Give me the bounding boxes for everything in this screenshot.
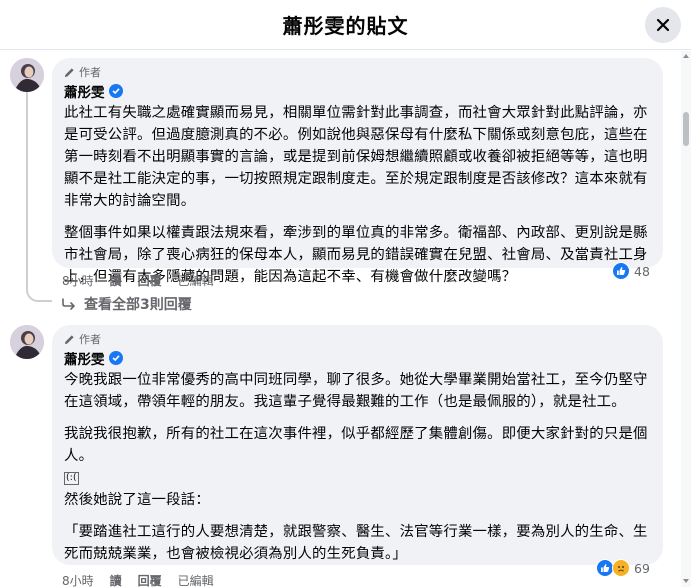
role-label: 作者 (79, 66, 101, 79)
author-name-text[interactable]: 蕭彤雯 (64, 81, 105, 101)
read-button[interactable]: 讀 (110, 572, 122, 587)
comment-bubble: 作者 蕭彤雯 此社工有失職之處確實顯而易見，相關單位需針對此事調查，而社會大眾針… (52, 58, 663, 285)
thread-line (26, 92, 28, 288)
comment-paragraph: 此社工有失職之處確實顯而易見，相關單位需針對此事調查，而社會大眾針對此點評論，亦… (64, 105, 648, 209)
comment-time[interactable]: 8小時 (62, 272, 94, 289)
pencil-icon (64, 67, 74, 77)
author-name[interactable]: 蕭彤雯 (64, 81, 651, 101)
reply-button[interactable]: 回覆 (138, 572, 162, 587)
close-icon (656, 18, 670, 32)
dialog-title: 蕭彤雯的貼文 (282, 14, 409, 38)
view-replies-link[interactable]: 查看全部3則回覆 (62, 294, 192, 314)
author-role: 作者 (64, 332, 651, 346)
read-button[interactable]: 讀 (110, 272, 122, 289)
comment-quote: 「要踏進社工這行的人要想清楚，就跟警察、醫生、法官等行業一樣，要為別人的生命、生… (64, 524, 648, 562)
reply-button[interactable]: 回覆 (138, 272, 162, 289)
comment-actions: 8小時 讀 回覆 已編輯 (62, 272, 214, 289)
like-icon (612, 262, 630, 280)
comment-time[interactable]: 8小時 (62, 572, 94, 587)
reaction-count: 48 (634, 263, 650, 279)
author-name-text[interactable]: 蕭彤雯 (64, 348, 105, 368)
comment-paragraph: 然後她說了這一段話： (64, 492, 210, 508)
pencil-icon (64, 334, 74, 344)
avatar[interactable] (10, 325, 44, 359)
scrollbar-thumb[interactable] (683, 112, 689, 146)
emoji-line: (:( (64, 467, 651, 489)
reply-arrow-icon (62, 298, 76, 310)
comment-paragraph-text: 我說我很抱歉，所有的社工在這次事件裡，似乎都經歷了集體創傷。即便大家針對的只是個… (64, 426, 648, 464)
role-label: 作者 (79, 333, 101, 346)
emoji-placeholder: (:( (64, 471, 79, 485)
reaction-summary[interactable]: 48 (612, 262, 650, 280)
comment-paragraph: 我說我很抱歉，所有的社工在這次事件裡，似乎都經歷了集體創傷。即便大家針對的只是個… (64, 423, 651, 467)
dialog-header: 蕭彤雯的貼文 (0, 0, 691, 50)
reaction-summary[interactable]: 69 (596, 559, 650, 577)
scroll-down-arrow-icon[interactable] (682, 577, 690, 585)
author-role: 作者 (64, 65, 651, 79)
edited-label[interactable]: 已編輯 (178, 272, 214, 289)
author-name[interactable]: 蕭彤雯 (64, 348, 651, 368)
scroll-up-arrow-icon[interactable] (682, 52, 690, 60)
verified-badge-icon (108, 84, 123, 98)
close-button[interactable] (645, 7, 681, 43)
comment-paragraph: 今晚我跟一位非常優秀的高中同班同學，聊了很多。她從大學畢業開始當社工，至今仍堅守… (64, 372, 648, 410)
view-replies-label[interactable]: 查看全部3則回覆 (84, 294, 192, 314)
reaction-count: 69 (634, 560, 650, 576)
comment-bubble: 作者 蕭彤雯 今晚我跟一位非常優秀的高中同班同學，聊了很多。她從大學畢業開始當社… (52, 325, 663, 565)
thread-curve (26, 284, 52, 302)
verified-badge-icon (108, 351, 123, 365)
edited-label[interactable]: 已編輯 (178, 572, 214, 587)
comment-actions: 8小時 讀 回覆 已編輯 (62, 572, 214, 587)
avatar[interactable] (10, 58, 44, 92)
sad-icon (612, 559, 630, 577)
